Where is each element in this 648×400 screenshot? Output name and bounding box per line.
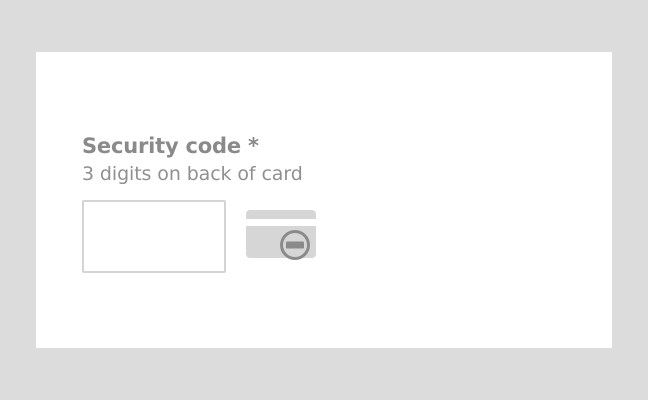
payment-form-panel: Security code * 3 digits on back of card (36, 52, 612, 348)
security-code-hint: 3 digits on back of card (82, 163, 303, 185)
credit-card-cvc-icon (246, 210, 316, 260)
security-code-label: Security code * (82, 134, 259, 158)
security-code-input[interactable] (82, 200, 226, 273)
